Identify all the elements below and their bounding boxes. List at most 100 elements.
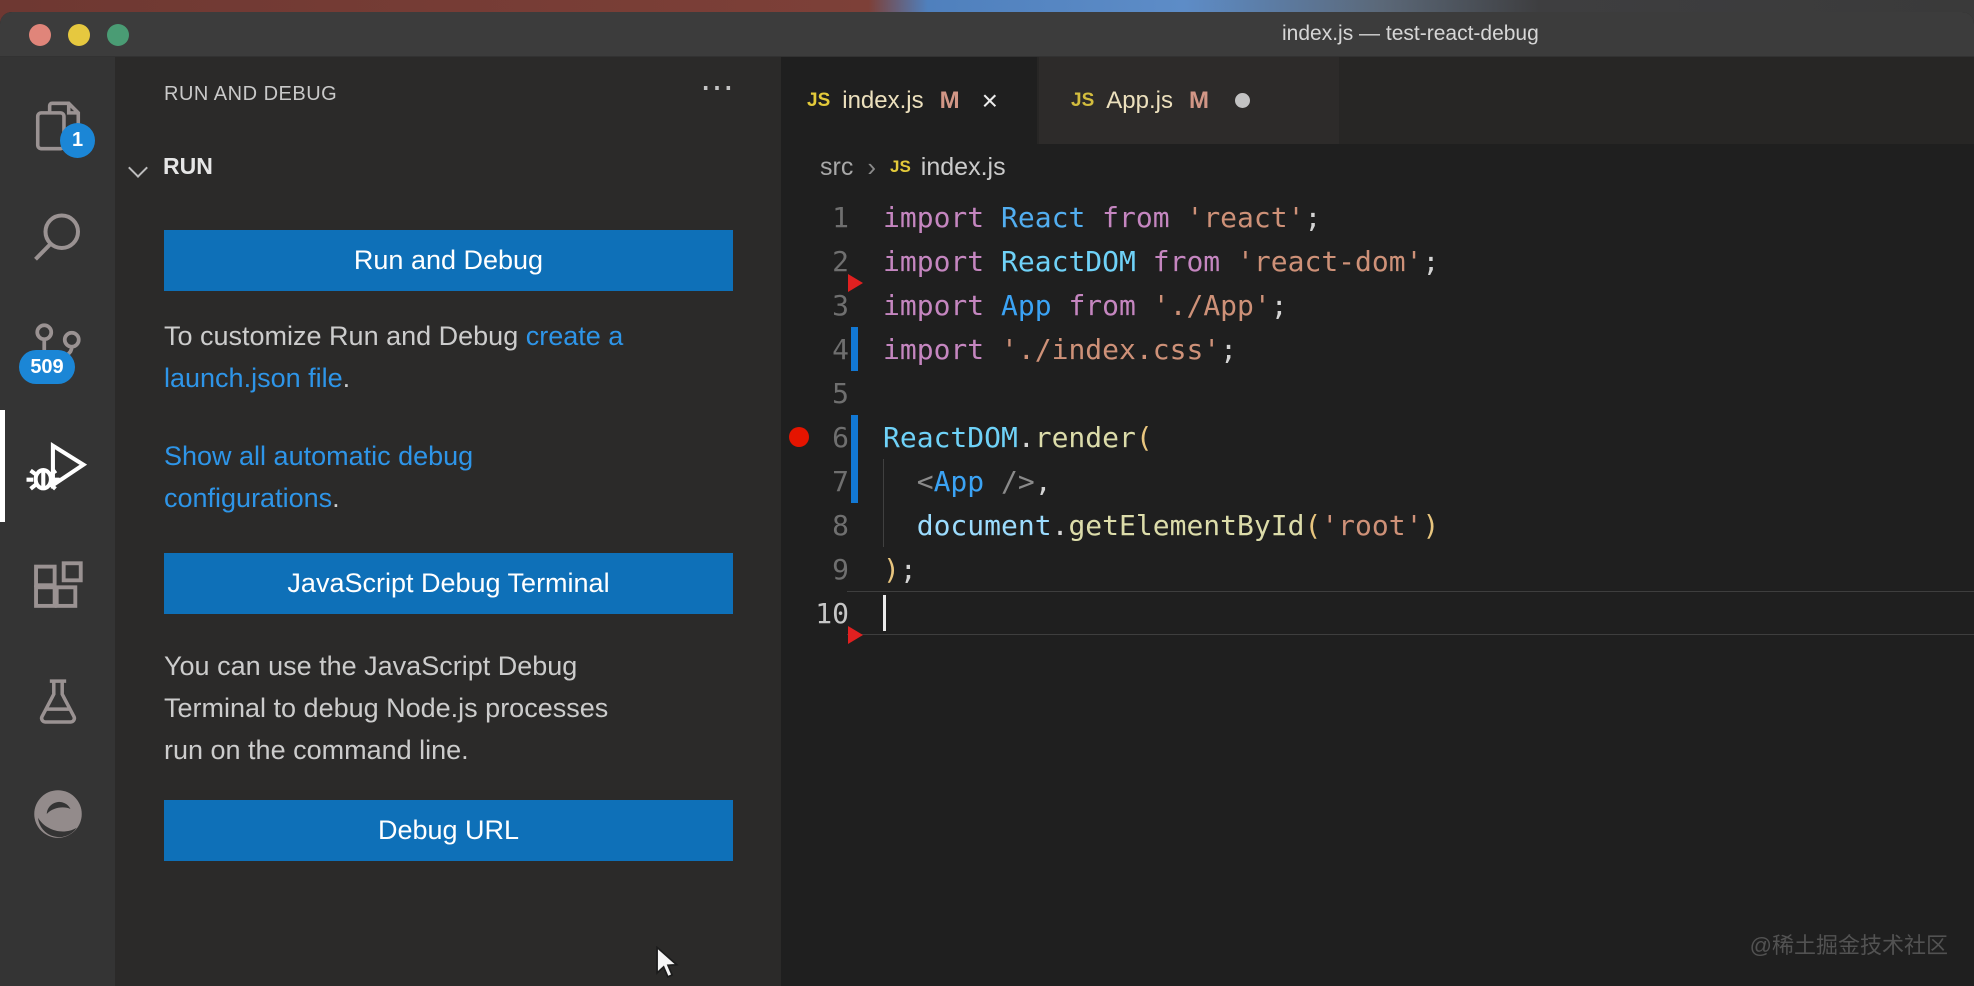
sidebar-item-testing[interactable] — [0, 655, 115, 747]
sidebar-item-edge-browser[interactable] — [0, 768, 115, 860]
line-number: 5 — [807, 377, 849, 410]
customize-hint-suffix: . — [343, 363, 351, 393]
indent-guide — [883, 459, 884, 503]
line-number: 9 — [807, 553, 849, 586]
run-and-debug-panel: RUN AND DEBUG ⋯ RUN Run and Debug To cus… — [115, 57, 781, 986]
debug-url-button[interactable]: Debug URL — [164, 800, 733, 861]
current-line-highlight — [847, 591, 1974, 635]
watermark-text: @稀土掘金技术社区 — [1750, 928, 1948, 960]
breakpoint-gutter[interactable] — [781, 503, 807, 547]
tab-app-js[interactable]: JS App.js M — [1039, 57, 1339, 144]
run-and-debug-button[interactable]: Run and Debug — [164, 230, 733, 291]
run-section-label: RUN — [163, 153, 213, 180]
activity-bar: 1 509 — [0, 57, 115, 986]
sidebar-item-run-and-debug[interactable] — [0, 420, 115, 512]
editor-code[interactable]: 1 import React from 'react'; 2import React… — [781, 195, 1974, 986]
breakpoint-gutter[interactable] — [781, 283, 807, 327]
tab-label: App.js — [1106, 87, 1173, 115]
sidebar-item-explorer[interactable]: 1 — [0, 80, 115, 172]
edge-browser-icon — [28, 784, 88, 844]
line-number: 7 — [807, 465, 849, 498]
code-line[interactable]: 1 import React from 'react'; — [781, 195, 1974, 239]
extensions-icon — [27, 555, 89, 617]
modified-line-bar — [851, 327, 858, 371]
code-line[interactable]: 3import App from './App'; — [781, 283, 1974, 327]
chevron-down-icon — [131, 161, 147, 177]
code-line[interactable]: 6ReactDOM.render( — [781, 415, 1974, 459]
gutter-decoration — [849, 547, 863, 591]
breadcrumb: src › JS index.js — [781, 144, 1974, 190]
sidebar-item-extensions[interactable] — [0, 540, 115, 632]
minimize-window-button[interactable] — [68, 24, 90, 46]
code-text: <App />, — [863, 465, 1052, 498]
breadcrumb-separator-icon: › — [867, 152, 876, 183]
gutter-decoration — [849, 459, 863, 503]
javascript-debug-terminal-button[interactable]: JavaScript Debug Terminal — [164, 553, 733, 614]
modified-line-bar — [851, 459, 858, 503]
code-text: document.getElementById('root') — [863, 509, 1439, 542]
breakpoint-gutter[interactable] — [781, 547, 807, 591]
customize-hint-prefix: To customize Run and Debug — [164, 321, 526, 351]
unsaved-dot-icon[interactable] — [1235, 93, 1250, 108]
gutter-decoration — [849, 415, 863, 459]
editor-tab-bar: JS index.js M × JS App.js M — [781, 57, 1974, 144]
deleted-lines-marker-icon[interactable] — [848, 626, 863, 644]
sidebar-item-source-control[interactable]: 509 — [0, 310, 115, 402]
workbench: 1 509 — [0, 57, 1974, 986]
editor-group: JS index.js M × JS App.js M src › — [781, 57, 1974, 986]
breakpoint-dot[interactable] — [789, 427, 809, 447]
code-line[interactable]: 4import './index.css'; — [781, 327, 1974, 371]
gutter-decoration — [849, 371, 863, 415]
line-number: 6 — [807, 421, 849, 454]
modified-indicator: M — [1189, 87, 1209, 115]
code-line[interactable]: 8 document.getElementById('root') — [781, 503, 1974, 547]
gutter-decoration — [849, 503, 863, 547]
maximize-window-button[interactable] — [107, 24, 129, 46]
show-configs-text: Show all automatic debug configurations. — [164, 435, 749, 519]
breakpoint-gutter[interactable] — [781, 415, 807, 459]
run-section-header[interactable]: RUN — [115, 153, 781, 189]
search-icon — [28, 208, 88, 268]
close-window-button[interactable] — [29, 24, 51, 46]
js-file-icon: JS — [1071, 90, 1094, 112]
breakpoint-gutter[interactable] — [781, 195, 807, 239]
line-number: 8 — [807, 509, 849, 542]
more-actions-icon[interactable]: ⋯ — [700, 71, 735, 105]
panel-title: RUN AND DEBUG — [164, 83, 337, 106]
indent-guide — [883, 503, 884, 547]
code-line[interactable]: 2import ReactDOM from 'react-dom'; — [781, 239, 1974, 283]
code-line[interactable]: 10 — [781, 591, 1974, 635]
breadcrumb-file[interactable]: index.js — [921, 153, 1006, 182]
text-cursor — [883, 595, 886, 631]
modified-indicator: M — [940, 87, 960, 115]
breakpoint-gutter[interactable] — [781, 591, 807, 635]
tab-index-js[interactable]: JS index.js M × — [781, 57, 1037, 144]
breakpoint-gutter[interactable] — [781, 459, 807, 503]
breakpoint-gutter[interactable] — [781, 239, 807, 283]
show-configs-suffix: . — [332, 483, 340, 513]
source-control-badge: 509 — [19, 350, 75, 384]
line-number: 1 — [807, 201, 849, 234]
screen: index.js — test-react-debug 1 — [0, 0, 1974, 986]
breakpoint-gutter[interactable] — [781, 371, 807, 415]
show-all-debug-configurations-link[interactable]: Show all automatic debug configurations — [164, 441, 473, 513]
line-number: 3 — [807, 289, 849, 322]
title-bar[interactable]: index.js — test-react-debug — [0, 12, 1974, 57]
code-line[interactable]: 7 <App />, — [781, 459, 1974, 503]
window-title: index.js — test-react-debug — [1282, 22, 1539, 46]
breakpoint-gutter[interactable] — [781, 327, 807, 371]
code-line[interactable]: 9); — [781, 547, 1974, 591]
close-tab-icon[interactable]: × — [982, 87, 998, 115]
breadcrumb-folder[interactable]: src — [820, 153, 853, 182]
deleted-lines-marker-icon[interactable] — [848, 274, 863, 292]
code-line[interactable]: 5 — [781, 371, 1974, 415]
line-number: 4 — [807, 333, 849, 366]
run-and-debug-icon — [25, 433, 91, 499]
sidebar-item-search[interactable] — [0, 192, 115, 284]
terminal-help-text: You can use the JavaScript Debug Termina… — [164, 645, 749, 771]
vscode-window: index.js — test-react-debug 1 — [0, 12, 1974, 986]
customize-hint-text: To customize Run and Debug create a laun… — [164, 315, 749, 399]
js-file-icon: JS — [890, 157, 911, 177]
code-text: import React from 'react'; — [863, 201, 1321, 234]
js-file-icon: JS — [807, 90, 830, 112]
